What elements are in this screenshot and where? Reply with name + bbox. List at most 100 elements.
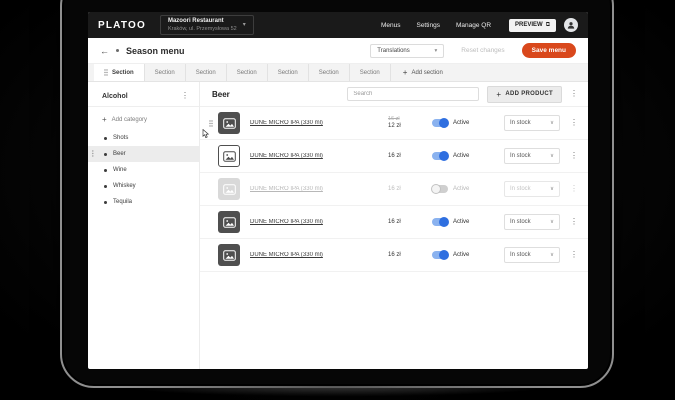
product-new-price: 12 zł	[388, 123, 432, 130]
active-toggle-group: Active	[432, 152, 504, 160]
add-category-button[interactable]: + Add category	[88, 109, 199, 130]
category-sidebar: Alcohol ⋮ + Add category Shots Beer	[88, 82, 200, 369]
product-name-link[interactable]: DUNE MICRO IPA (330 ml)	[250, 219, 388, 225]
sidebar-item-tequila[interactable]: Tequila	[88, 194, 199, 210]
page-title: Season menu	[126, 46, 185, 56]
tab-label: Section	[237, 70, 257, 76]
nav-menus[interactable]: Menus	[381, 22, 401, 29]
active-toggle[interactable]	[432, 119, 448, 127]
restaurant-info: Mazoori Restaurant Kraków, ul. Przemysło…	[168, 18, 237, 32]
sidebar-item-whiskey[interactable]: Whiskey	[88, 178, 199, 194]
sidebar-item-shots[interactable]: Shots	[88, 130, 199, 146]
product-row: DUNE MICRO IPA (330 ml) 16 zł 12 zł Acti…	[200, 107, 588, 140]
active-toggle-group: Active	[432, 119, 504, 127]
stock-select[interactable]: In stock ∨	[504, 214, 560, 230]
product-image-placeholder[interactable]	[218, 178, 240, 200]
tab-section[interactable]: Section	[186, 64, 227, 81]
product-image-placeholder[interactable]	[218, 211, 240, 233]
restaurant-selector[interactable]: Mazoori Restaurant Kraków, ul. Przemysło…	[160, 15, 254, 35]
add-section-button[interactable]: + Add section	[391, 64, 455, 81]
nav-manage-qr[interactable]: Manage QR	[456, 22, 491, 29]
sidebar-item-beer[interactable]: Beer	[88, 146, 199, 162]
kebab-icon[interactable]: ⋮	[181, 92, 189, 100]
add-product-label: ADD PRODUCT	[505, 91, 553, 97]
kebab-icon[interactable]: ⋮	[570, 151, 578, 160]
sidebar-item-label: Beer	[113, 151, 126, 157]
toggle-label: Active	[453, 219, 469, 225]
product-new-price: 16 zł	[388, 219, 432, 226]
product-row: DUNE MICRO IPA (330 ml) 16 zł Active In …	[200, 239, 588, 272]
tab-section[interactable]: Section	[350, 64, 391, 81]
product-new-price: 16 zł	[388, 252, 432, 259]
drag-zone[interactable]	[204, 120, 218, 127]
chevron-down-icon: ▾	[435, 48, 438, 54]
tab-section[interactable]: Section	[309, 64, 350, 81]
product-list: DUNE MICRO IPA (330 ml) 16 zł 12 zł Acti…	[200, 107, 588, 272]
sidebar-title: Alcohol	[102, 93, 128, 100]
preview-label: PREVIEW	[515, 22, 543, 28]
tab-section[interactable]: Section	[268, 64, 309, 81]
reset-changes-button[interactable]: Reset changes	[461, 47, 504, 54]
restaurant-address: Kraków, ul. Przemysłowa 52	[168, 26, 237, 33]
tab-section[interactable]: Section	[227, 64, 268, 81]
preview-button[interactable]: PREVIEW ⧉	[509, 19, 556, 32]
restaurant-name: Mazoori Restaurant	[168, 18, 237, 26]
product-image-placeholder[interactable]	[218, 145, 240, 167]
external-link-icon: ⧉	[546, 22, 550, 29]
active-toggle[interactable]	[432, 185, 448, 193]
stock-select[interactable]: In stock ∨	[504, 181, 560, 197]
active-toggle[interactable]	[432, 218, 448, 226]
add-product-button[interactable]: + ADD PRODUCT	[487, 86, 562, 103]
product-image-placeholder[interactable]	[218, 112, 240, 134]
bullet-icon	[104, 153, 107, 156]
product-name-link[interactable]: DUNE MICRO IPA (330 ml)	[250, 252, 388, 258]
tab-section[interactable]: Section	[145, 64, 186, 81]
translations-label: Translations	[377, 48, 409, 54]
plus-icon: +	[102, 115, 107, 124]
image-icon	[223, 250, 236, 261]
product-name-link[interactable]: DUNE MICRO IPA (330 ml)	[250, 120, 388, 126]
stock-value: In stock	[510, 219, 531, 225]
plus-icon: +	[403, 68, 408, 77]
tab-label: Section	[112, 70, 134, 76]
sidebar-item-wine[interactable]: Wine	[88, 162, 199, 178]
nav-settings[interactable]: Settings	[416, 22, 440, 29]
user-avatar[interactable]	[564, 18, 578, 32]
stock-select[interactable]: In stock ∨	[504, 247, 560, 263]
kebab-icon[interactable]: ⋮	[570, 118, 578, 127]
product-image-placeholder[interactable]	[218, 244, 240, 266]
add-category-label: Add category	[112, 117, 147, 123]
kebab-icon[interactable]: ⋮	[570, 184, 578, 193]
tab-section-active[interactable]: Section	[94, 64, 145, 81]
active-toggle-group: Active	[432, 185, 504, 193]
tab-label: Section	[278, 70, 298, 76]
stock-select[interactable]: In stock ∨	[504, 115, 560, 131]
kebab-icon[interactable]: ⋮	[570, 90, 578, 98]
drag-handle-icon	[104, 69, 108, 76]
toggle-label: Active	[453, 186, 469, 192]
product-panel: Beer + ADD PRODUCT ⋮	[200, 82, 588, 369]
image-icon	[223, 184, 236, 195]
active-toggle[interactable]	[432, 152, 448, 160]
person-icon	[567, 21, 575, 29]
kebab-icon[interactable]: ⋮	[570, 250, 578, 259]
stock-select[interactable]: In stock ∨	[504, 148, 560, 164]
translations-select[interactable]: Translations ▾	[370, 44, 444, 58]
divider	[88, 106, 199, 107]
drag-handle-icon	[92, 150, 95, 157]
product-price: 16 zł	[388, 252, 432, 259]
product-name-link[interactable]: DUNE MICRO IPA (330 ml)	[250, 186, 388, 192]
product-name-link[interactable]: DUNE MICRO IPA (330 ml)	[250, 153, 388, 159]
active-toggle[interactable]	[432, 251, 448, 259]
content-area: Alcohol ⋮ + Add category Shots Beer	[88, 82, 588, 369]
drag-handle-icon[interactable]	[209, 120, 213, 127]
chevron-down-icon: ∨	[550, 252, 554, 258]
save-menu-button[interactable]: Save menu	[522, 43, 576, 58]
product-new-price: 16 zł	[388, 153, 432, 160]
menu-header: ← Season menu Translations ▾ Reset chang…	[88, 38, 588, 64]
product-price: 16 zł	[388, 186, 432, 193]
kebab-icon[interactable]: ⋮	[570, 217, 578, 226]
search-input[interactable]	[347, 87, 479, 101]
chevron-down-icon: ∨	[550, 219, 554, 225]
back-arrow-icon[interactable]: ←	[100, 46, 109, 56]
